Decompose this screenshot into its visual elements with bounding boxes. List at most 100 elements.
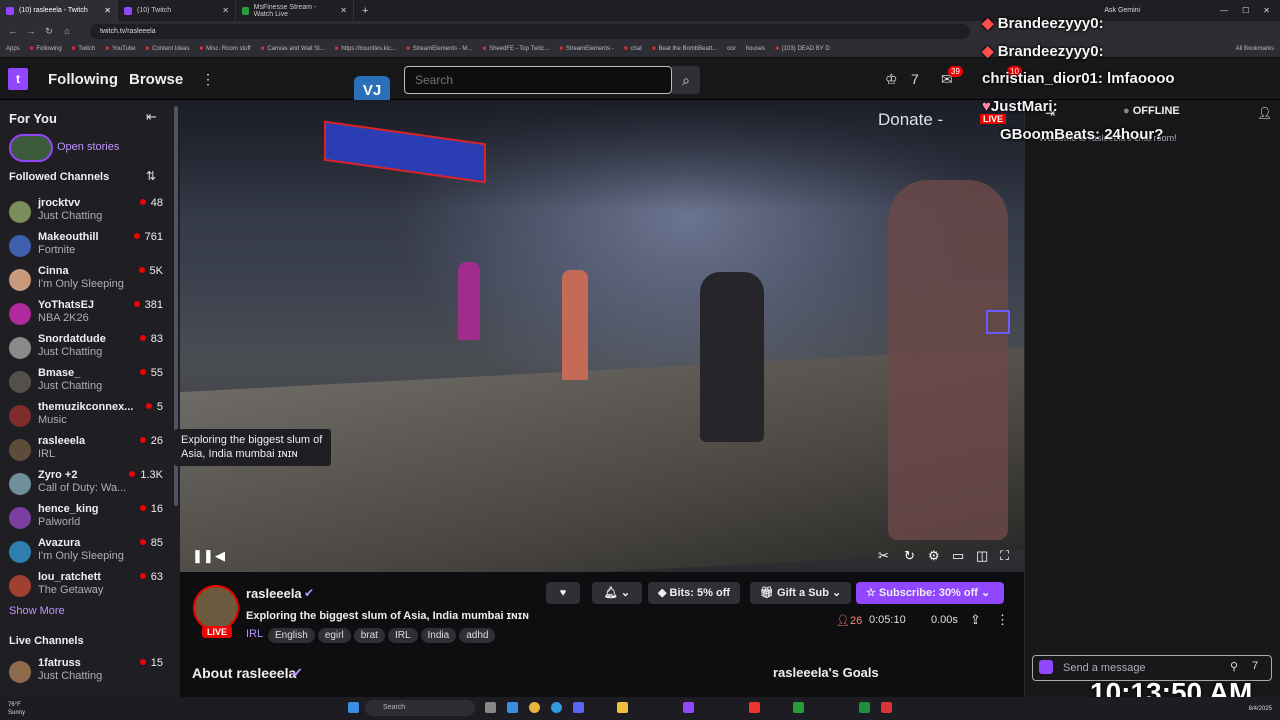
search-input[interactable] (404, 66, 672, 94)
more-options-icon[interactable]: ⋮ (201, 71, 215, 88)
category-link[interactable]: IRL (246, 628, 263, 640)
bookmark[interactable]: Beat the BombBeatt... (652, 46, 717, 52)
crown-icon[interactable]: ♔ (885, 71, 898, 88)
ask-gemini-button[interactable]: Ask Gemini (1104, 7, 1140, 14)
tag[interactable]: adhd (459, 628, 496, 643)
excel-icon[interactable] (859, 702, 870, 713)
more-options-icon[interactable]: ⋮ (996, 612, 1009, 628)
nav-browse[interactable]: Browse (129, 71, 183, 88)
bookmark-apps[interactable]: Apps (6, 46, 20, 52)
sidebar-channel[interactable]: YoThatsEJ NBA 2K26 381 (0, 299, 170, 333)
file-explorer-icon[interactable] (617, 702, 628, 713)
pause-icon[interactable]: ❚❚ (192, 548, 214, 564)
bookmark[interactable]: StreamElements - M... (406, 46, 473, 52)
chrome-icon[interactable] (529, 702, 540, 713)
open-stories-link[interactable]: Open stories (57, 141, 119, 153)
chat-extension-icon[interactable]: 7 (1252, 660, 1258, 672)
sidebar-channel[interactable]: rasleeela IRL 26 (0, 435, 170, 469)
streamer-avatar[interactable] (193, 585, 239, 631)
tag[interactable]: India (420, 628, 457, 643)
sidebar-channel[interactable]: hence_king Palworld 16 (0, 503, 170, 537)
discord-icon[interactable] (573, 702, 584, 713)
tag[interactable]: IRL (387, 628, 418, 643)
rewind-icon[interactable]: ↻ (904, 548, 915, 564)
bookmark[interactable]: YouTube (105, 46, 136, 52)
bookmark[interactable]: Following (30, 46, 61, 52)
new-tab-button[interactable]: + (354, 5, 376, 17)
bookmark[interactable]: Misc. Room stuff (200, 46, 251, 52)
minimize-icon[interactable]: — (1220, 6, 1228, 15)
sidebar-channel[interactable]: Bmase_ Just Chatting 55 (0, 367, 170, 401)
taskbar-app-icon[interactable] (881, 702, 892, 713)
browser-tab[interactable]: MsFinesse Stream - Watch Live ✕ (236, 0, 354, 21)
follow-heart-button[interactable]: ♥ (546, 582, 580, 604)
show-more-link[interactable]: Show More (9, 605, 65, 617)
reload-icon[interactable]: ↻ (44, 26, 54, 37)
url-field[interactable]: twitch.tv/rasleeela (90, 23, 970, 39)
close-tab-icon[interactable]: ✕ (222, 6, 229, 15)
windows-start-icon[interactable] (348, 702, 359, 713)
bookmark[interactable]: Twitch (72, 46, 95, 52)
collapse-sidebar-icon[interactable]: ⇤ (146, 109, 157, 125)
taskbar-app-icon[interactable] (507, 702, 518, 713)
sidebar-channel[interactable]: Avazura I'm Only Sleeping 85 (0, 537, 170, 571)
back-icon[interactable]: ← (8, 26, 18, 36)
share-icon[interactable]: ⇪ (970, 612, 981, 628)
close-tab-icon[interactable]: ✕ (340, 6, 347, 15)
weather-widget[interactable]: 76°F Sunny (8, 701, 25, 717)
bookmark[interactable]: Content Ideas (146, 46, 189, 52)
video-player[interactable] (180, 100, 1024, 572)
bookmark[interactable]: oor (727, 46, 736, 52)
home-icon[interactable]: ⌂ (62, 26, 72, 36)
bookmark[interactable]: SheedFE - Top Twitc... (482, 46, 549, 52)
stories-avatars[interactable] (9, 134, 53, 162)
taskview-icon[interactable] (485, 702, 496, 713)
sidebar-live-channel[interactable]: 1fatruss Just Chatting 15 (0, 657, 170, 691)
clip-icon[interactable]: ✂ (878, 548, 889, 564)
nav-following[interactable]: Following (48, 71, 118, 88)
sidebar-channel[interactable]: lou_ratchett The Getaway 63 (0, 571, 170, 605)
bookmark[interactable]: houses (746, 46, 765, 52)
all-bookmarks[interactable]: All Bookmarks (1236, 46, 1274, 52)
streamer-name[interactable]: rasleeela (246, 586, 302, 601)
browser-tab-active[interactable]: (10) rasleeela - Twitch ✕ (0, 0, 118, 21)
chat-emote-icon[interactable]: ⚲ (1230, 660, 1238, 673)
sidebar-channel[interactable]: jrocktvv Just Chatting 48 (0, 197, 170, 231)
edge-icon[interactable] (551, 702, 562, 713)
twitch-logo-icon[interactable]: t (8, 68, 28, 90)
subscribe-button[interactable]: ☆ Subscribe: 30% off ⌄ (856, 582, 1004, 604)
bookmark[interactable]: (103) DEAD BY D (775, 46, 830, 52)
settings-gear-icon[interactable]: ⚙ (928, 548, 940, 564)
gift-sub-button[interactable]: 🎁︎ Gift a Sub ⌄ (750, 582, 852, 604)
tag[interactable]: brat (353, 628, 385, 643)
tag[interactable]: English (268, 628, 315, 643)
theatre-mode-icon[interactable]: ▭ (952, 548, 964, 564)
taskbar-app-icon[interactable] (749, 702, 760, 713)
sidebar-channel[interactable]: Makeouthill Fortnite 761 (0, 231, 170, 265)
extension-icon[interactable]: 7 (911, 71, 919, 87)
taskbar-search[interactable]: Search (365, 700, 475, 716)
bookmark[interactable]: StreamElements - (559, 46, 614, 52)
bookmark[interactable]: chat (624, 46, 641, 52)
search-icon[interactable]: ⌕ (672, 66, 700, 94)
sidebar-channel[interactable]: themuzikconnex... Music 5 (0, 401, 170, 435)
bits-button[interactable]: ◆ Bits: 5% off (648, 582, 741, 604)
sidebar-channel[interactable]: Snordatdude Just Chatting 83 (0, 333, 170, 367)
bookmark[interactable]: Canvas and Wall St... (261, 46, 324, 52)
volume-icon[interactable]: ◀ (215, 548, 225, 564)
sidebar-toggle-icon[interactable]: ◫ (976, 548, 988, 564)
tag[interactable]: egirl (317, 628, 351, 643)
close-tab-icon[interactable]: ✕ (104, 6, 111, 15)
close-window-icon[interactable]: ✕ (1263, 6, 1270, 15)
maximize-icon[interactable]: ☐ (1242, 6, 1249, 15)
sidebar-channel[interactable]: Cinna I'm Only Sleeping 5K (0, 265, 170, 299)
notifications-bell-button[interactable]: 🔔︎ ⌄ (592, 582, 642, 604)
users-icon[interactable]: 👤︎ (1257, 106, 1272, 120)
bookmark[interactable]: https://bounties.kic... (335, 46, 396, 52)
fullscreen-icon[interactable]: ⛶ (1000, 548, 1009, 564)
browser-tab[interactable]: (10) Twitch ✕ (118, 0, 236, 21)
sort-icon[interactable]: ⇅ (146, 169, 156, 183)
twitch-app-icon[interactable] (683, 702, 694, 713)
forward-icon[interactable]: → (26, 26, 36, 36)
taskbar-app-icon[interactable] (793, 702, 804, 713)
